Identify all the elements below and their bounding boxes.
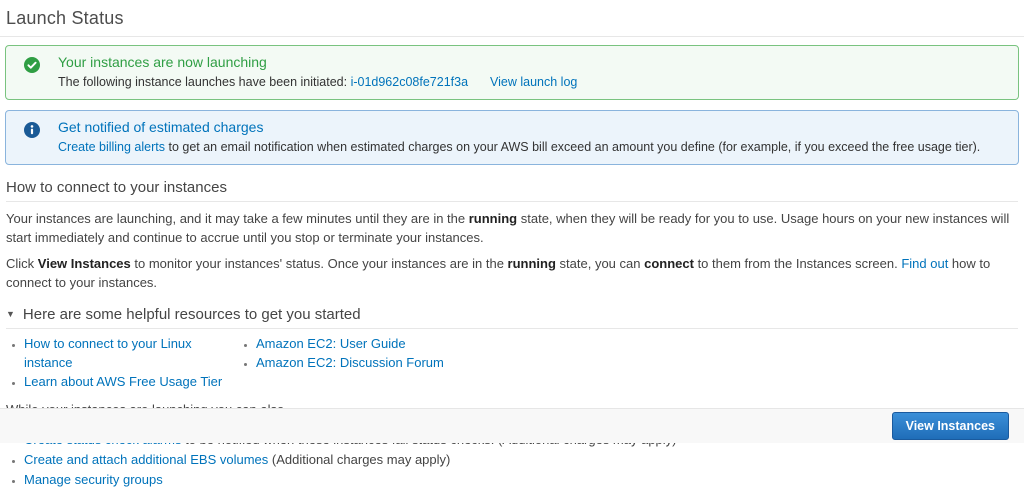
collapse-triangle-icon[interactable]: ▼ bbox=[6, 310, 15, 319]
success-banner-title: Your instances are now launching bbox=[58, 54, 267, 70]
success-message-prefix: The following instance launches have bee… bbox=[58, 75, 351, 89]
text: state, you can bbox=[555, 256, 645, 271]
create-billing-alerts-link[interactable]: Create billing alerts bbox=[58, 140, 165, 154]
text: to get an email notification when estima… bbox=[165, 140, 981, 154]
resources-column-2: Amazon EC2: User Guide Amazon EC2: Discu… bbox=[238, 334, 444, 391]
find-out-link[interactable]: Find out bbox=[901, 256, 948, 271]
connect-linux-instance-link[interactable]: How to connect to your Linux instance bbox=[24, 336, 192, 370]
success-banner-body: Your instances are now launching The fol… bbox=[58, 54, 1006, 90]
info-banner: Get notified of estimated charges Create… bbox=[5, 110, 1019, 165]
resources-columns: How to connect to your Linux instance Le… bbox=[6, 329, 1018, 391]
page-title: Launch Status bbox=[6, 8, 124, 28]
list-item: Create and attach additional EBS volumes… bbox=[24, 450, 1018, 470]
connect-paragraph-1: Your instances are launching, and it may… bbox=[6, 209, 1018, 247]
list-item: Amazon EC2: User Guide bbox=[256, 334, 444, 353]
ec2-user-guide-link[interactable]: Amazon EC2: User Guide bbox=[256, 336, 406, 351]
resources-column-1: How to connect to your Linux instance Le… bbox=[6, 334, 238, 391]
manage-security-groups-link[interactable]: Manage security groups bbox=[24, 472, 163, 487]
list-item: How to connect to your Linux instance bbox=[24, 334, 238, 372]
create-ebs-volumes-link[interactable]: Create and attach additional EBS volumes bbox=[24, 452, 268, 467]
text: to them from the Instances screen. bbox=[693, 256, 902, 271]
text: Click bbox=[6, 256, 38, 271]
bold-text: running bbox=[507, 256, 556, 271]
resources-heading-label: Here are some helpful resources to get y… bbox=[22, 306, 361, 323]
instance-id-link[interactable]: i-01d962c08fe721f3a bbox=[351, 75, 468, 89]
text: (Additional charges may apply) bbox=[268, 452, 451, 467]
page-header: Launch Status bbox=[0, 0, 1024, 37]
connect-paragraph-2: Click View Instances to monitor your ins… bbox=[6, 254, 1018, 292]
view-launch-log-link[interactable]: View launch log bbox=[490, 75, 577, 89]
view-instances-button[interactable]: View Instances bbox=[891, 412, 1009, 440]
info-banner-title: Get notified of estimated charges bbox=[58, 119, 264, 135]
resources-section-heading[interactable]: ▼ Here are some helpful resources to get… bbox=[6, 297, 1018, 329]
text: to monitor your instances' status. Once … bbox=[130, 256, 508, 271]
footer-bar: View Instances bbox=[0, 408, 1024, 443]
success-icon-column bbox=[6, 54, 58, 90]
info-banner-body: Get notified of estimated charges Create… bbox=[58, 119, 1006, 155]
info-icon-column bbox=[6, 119, 58, 155]
success-banner: Your instances are now launching The fol… bbox=[5, 45, 1019, 100]
free-usage-tier-link[interactable]: Learn about AWS Free Usage Tier bbox=[24, 374, 222, 389]
bold-text: View Instances bbox=[37, 256, 131, 271]
ec2-discussion-forum-link[interactable]: Amazon EC2: Discussion Forum bbox=[256, 355, 444, 370]
info-circle-icon bbox=[24, 122, 40, 138]
bold-text: running bbox=[468, 211, 518, 226]
connect-section-heading: How to connect to your instances bbox=[6, 170, 1018, 202]
success-banner-message: The following instance launches have bee… bbox=[58, 75, 1006, 90]
bold-text: connect bbox=[644, 256, 694, 271]
text: Your instances are launching, and it may… bbox=[6, 211, 469, 226]
info-banner-message: Create billing alerts to get an email no… bbox=[58, 140, 1006, 155]
list-item: Amazon EC2: Discussion Forum bbox=[256, 353, 444, 372]
check-circle-icon bbox=[24, 57, 40, 73]
list-item: Manage security groups bbox=[24, 470, 1018, 490]
list-item: Learn about AWS Free Usage Tier bbox=[24, 372, 238, 391]
